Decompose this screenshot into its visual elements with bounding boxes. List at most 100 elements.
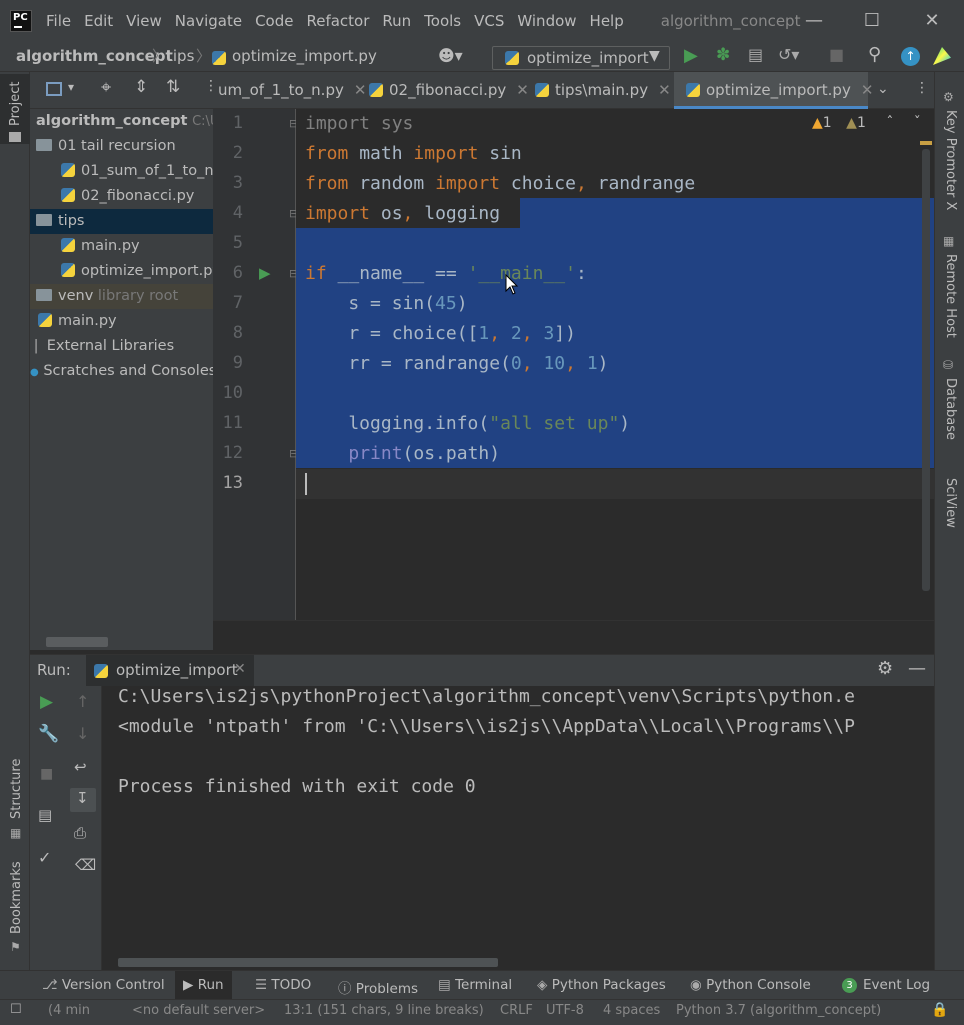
- run-tab-optimize-import[interactable]: optimize_import ✕: [86, 655, 254, 687]
- tab-tips-main[interactable]: tips\main.py ✕: [529, 72, 674, 109]
- tab-optimize-import[interactable]: optimize_import.py ✕: [674, 72, 873, 109]
- tool-todo[interactable]: ☰ TODO: [255, 977, 311, 993]
- project-view-icon[interactable]: [46, 82, 62, 96]
- database-tool[interactable]: Database: [943, 378, 958, 440]
- console-horizontal-scrollbar[interactable]: [118, 958, 498, 967]
- run-console-output[interactable]: C:\Users\is2js\pythonProject\algorithm_c…: [102, 686, 934, 970]
- profile-icon[interactable]: ↺▾: [778, 45, 799, 64]
- bookmarks-tool-label[interactable]: Bookmarks: [9, 861, 24, 934]
- coverage-icon[interactable]: ▤: [748, 45, 763, 64]
- close-tab-icon[interactable]: ✕: [861, 81, 874, 99]
- down-arrow-icon[interactable]: ↓: [76, 724, 89, 743]
- run-gutter-icon[interactable]: ▶: [259, 264, 271, 282]
- remote-host-tool[interactable]: Remote Host: [943, 254, 958, 338]
- horizontal-scrollbar[interactable]: [46, 637, 108, 647]
- tree-folder-venv[interactable]: venv library root: [30, 284, 213, 309]
- close-tab-icon[interactable]: ✕: [234, 661, 246, 677]
- trash-icon[interactable]: ⌫: [75, 856, 96, 874]
- menu-vcs[interactable]: VCS: [474, 12, 504, 30]
- status-message[interactable]: (4 min: [48, 1003, 90, 1018]
- search-icon[interactable]: ⚲: [868, 44, 881, 65]
- status-caret-position[interactable]: 13:1 (151 chars, 9 line breaks): [284, 1003, 484, 1018]
- tree-folder-tips[interactable]: tips: [30, 209, 213, 234]
- tree-scratches[interactable]: ● Scratches and Consoles: [30, 359, 213, 384]
- minimize-icon[interactable]: —: [794, 8, 834, 34]
- locate-icon[interactable]: ⌖: [101, 77, 111, 98]
- user-icon[interactable]: ☻▾: [438, 46, 463, 65]
- layout-icon[interactable]: ▤: [38, 806, 52, 824]
- tree-file-root-main[interactable]: main.py: [38, 309, 117, 334]
- tool-run[interactable]: ▶ Run: [175, 971, 232, 1000]
- stop-icon[interactable]: ■: [40, 766, 53, 782]
- menu-window[interactable]: Window: [517, 12, 576, 30]
- menu-view[interactable]: View: [126, 12, 162, 30]
- status-toggle-icon[interactable]: ☐: [10, 1002, 22, 1017]
- vertical-scrollbar[interactable]: [922, 149, 930, 591]
- tab-sum[interactable]: um_of_1_to_n.py ✕: [213, 72, 366, 109]
- tab-fibonacci[interactable]: 02_fibonacci.py ✕: [363, 72, 529, 109]
- tree-file-sum[interactable]: 01_sum_of_1_to_n.py: [61, 159, 213, 184]
- inspection-widget[interactable]: ▲1 ▲1 ˆ ˇ: [812, 115, 921, 137]
- key-promoter-tool[interactable]: Key Promoter X: [943, 110, 958, 210]
- run-configuration-select[interactable]: optimize_import ▼: [492, 46, 670, 70]
- sciview-tool[interactable]: SciView: [943, 478, 958, 528]
- update-icon[interactable]: ↑: [901, 47, 920, 66]
- debug-icon[interactable]: ✽: [716, 45, 730, 65]
- close-tab-icon[interactable]: ✕: [658, 81, 671, 99]
- status-line-separator[interactable]: CRLF: [500, 1003, 533, 1018]
- status-server[interactable]: <no default server>: [132, 1003, 265, 1018]
- up-arrow-icon[interactable]: ↑: [76, 692, 89, 711]
- status-indent[interactable]: 4 spaces: [603, 1003, 660, 1018]
- tree-folder-tail-recursion[interactable]: 01 tail recursion: [36, 134, 176, 159]
- tool-terminal[interactable]: ▤ Terminal: [438, 977, 512, 993]
- breadcrumb-project[interactable]: algorithm_concept: [16, 47, 173, 65]
- tool-python-packages[interactable]: ◈ Python Packages: [537, 977, 666, 993]
- maximize-icon[interactable]: ☐: [852, 8, 892, 34]
- wrench-icon[interactable]: 🔧: [38, 724, 59, 744]
- menu-run[interactable]: Run: [382, 12, 411, 30]
- breadcrumb-file[interactable]: optimize_import.py: [232, 47, 377, 65]
- print-icon[interactable]: ⎙: [74, 824, 86, 842]
- pycharm-logo-icon[interactable]: [10, 10, 32, 32]
- lock-icon[interactable]: 🔒: [931, 1002, 948, 1018]
- project-tool-label[interactable]: Project: [8, 82, 23, 126]
- close-tab-icon[interactable]: ✕: [516, 81, 529, 99]
- menu-edit[interactable]: Edit: [84, 12, 113, 30]
- pin-icon[interactable]: ✓: [38, 848, 51, 867]
- close-icon[interactable]: ✕: [912, 8, 952, 34]
- structure-tool-label[interactable]: Structure: [9, 759, 24, 819]
- hide-panel-icon[interactable]: —: [908, 658, 926, 679]
- scroll-to-end-button[interactable]: ↧: [70, 788, 96, 812]
- tree-external-libraries[interactable]: ❘ External Libraries: [30, 334, 174, 359]
- tool-problems[interactable]: ⓘ Problems: [338, 977, 418, 997]
- stop-icon[interactable]: ■: [829, 45, 844, 64]
- chevron-down-icon[interactable]: ⌄: [877, 81, 889, 97]
- menu-refactor[interactable]: Refactor: [306, 12, 369, 30]
- run-icon[interactable]: ▶: [684, 45, 698, 66]
- expand-all-icon[interactable]: ⇕: [134, 77, 148, 97]
- tool-event-log[interactable]: 3 Event Log: [842, 977, 930, 993]
- tool-version-control[interactable]: ⎇ Version Control: [42, 977, 165, 993]
- menu-code[interactable]: Code: [255, 12, 293, 30]
- collapse-all-icon[interactable]: ⇅: [166, 77, 180, 97]
- tree-file-optimize-import[interactable]: optimize_import.py: [61, 259, 213, 284]
- menu-navigate[interactable]: Navigate: [175, 12, 242, 30]
- breadcrumb-folder[interactable]: tips: [167, 47, 194, 65]
- tool-python-console[interactable]: ◉ Python Console: [690, 977, 811, 993]
- tab-options-icon[interactable]: ⋮: [915, 80, 929, 96]
- tree-root[interactable]: algorithm_concept C:\Us: [36, 109, 213, 134]
- status-encoding[interactable]: UTF-8: [546, 1003, 584, 1018]
- soft-wrap-icon[interactable]: ↩: [74, 758, 87, 776]
- previous-highlight-icon[interactable]: ˆ: [886, 115, 893, 131]
- menu-tools[interactable]: Tools: [424, 12, 461, 30]
- tree-file-tips-main[interactable]: main.py: [61, 234, 140, 259]
- menu-file[interactable]: File: [46, 12, 71, 30]
- error-stripe-marker[interactable]: [920, 141, 932, 145]
- dropdown-arrow-icon[interactable]: ▾: [68, 80, 74, 94]
- gear-icon[interactable]: ⚙: [877, 658, 893, 679]
- tree-file-fibonacci[interactable]: 02_fibonacci.py: [61, 184, 194, 209]
- menu-help[interactable]: Help: [590, 12, 624, 30]
- next-highlight-icon[interactable]: ˇ: [914, 115, 921, 131]
- rerun-icon[interactable]: ▶: [40, 692, 53, 712]
- status-interpreter[interactable]: Python 3.7 (algorithm_concept): [676, 1003, 881, 1018]
